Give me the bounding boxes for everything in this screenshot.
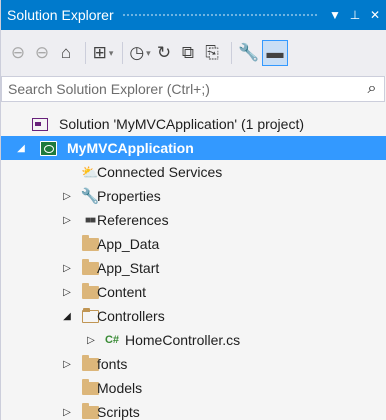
tree-item-label: App_Data — [97, 236, 160, 252]
tree-item[interactable]: App_Data — [1, 232, 386, 256]
pending-changes-filter-button[interactable]: ◷ ▾ — [129, 39, 151, 67]
tree-item[interactable]: ▷ C# HomeController.cs — [1, 328, 386, 352]
switch-views-icon: ⊞ — [92, 43, 107, 62]
tree-item[interactable]: ◢ MyMVCApplication — [1, 136, 386, 160]
tree-item-label: Controllers — [97, 308, 165, 324]
tree-item-label: fonts — [97, 356, 128, 372]
tree-item[interactable]: ▷ Content — [1, 280, 386, 304]
search-input[interactable] — [8, 81, 360, 97]
tree-item[interactable]: ⛅ Connected Services — [1, 160, 386, 184]
solution-tree: Solution 'MyMVCApplication' (1 project) ◢… — [1, 104, 386, 420]
back-icon: ⊖ — [10, 43, 26, 62]
show-all-files-icon: ⎘ — [205, 43, 219, 62]
search-box[interactable]: ⌕ — [1, 76, 385, 102]
toolbar-separator — [231, 42, 232, 64]
tree-item-label: Content — [97, 284, 147, 300]
tree-item[interactable]: ▷ fonts — [1, 352, 386, 376]
toolbar-separator — [85, 42, 86, 64]
window-title: Solution Explorer — [7, 7, 114, 23]
tree-item[interactable]: ▷ 🔧 Properties — [1, 184, 386, 208]
tree-item-label: Solution 'MyMVCApplication' (1 project) — [59, 116, 304, 132]
tree-item-label: HomeController.cs — [125, 332, 241, 348]
expand-arrow-icon[interactable]: ▷ — [61, 191, 73, 202]
home-icon: ⌂ — [60, 43, 72, 62]
back-button[interactable]: ⊖ — [7, 39, 29, 67]
tree-item-label: Connected Services — [97, 164, 223, 180]
tree-item-label: Models — [97, 380, 143, 396]
web-project-icon — [39, 140, 57, 156]
search-icon[interactable]: ⌕ — [360, 80, 384, 98]
dropdown-arrow-icon[interactable]: ▾ — [109, 48, 114, 59]
tree-item-label: App_Start — [97, 260, 160, 276]
sync-button[interactable]: ↻ — [153, 39, 175, 67]
properties-wrench-button[interactable]: 🔧 — [238, 39, 260, 67]
toolbar: ⊖ ⊖ ⌂ ⊞ ▾ ◷ ▾ ↻ ⧉ ⎘ 🔧 ▬ — [1, 30, 386, 76]
dropdown-arrow-icon[interactable]: ▾ — [146, 48, 151, 59]
toolbar-separator — [122, 42, 123, 64]
preview-selected-button[interactable]: ▬ — [262, 40, 288, 66]
properties-wrench-icon: 🔧 — [238, 43, 260, 62]
tree-item[interactable]: Models — [1, 376, 386, 400]
preview-selected-icon: ▬ — [266, 43, 284, 62]
forward-icon: ⊖ — [34, 43, 50, 62]
solution-icon — [31, 116, 49, 132]
expand-arrow-icon[interactable]: ▷ — [61, 407, 73, 418]
collapse-all-icon: ⧉ — [181, 43, 195, 62]
tree-item-label: Scripts — [97, 404, 140, 420]
expand-arrow-icon[interactable]: ▷ — [61, 215, 73, 226]
tree-item[interactable]: Solution 'MyMVCApplication' (1 project) — [1, 112, 386, 136]
tree-item[interactable]: ▷ ■■ References — [1, 208, 386, 232]
drag-grip[interactable] — [121, 12, 319, 18]
forward-button[interactable]: ⊖ — [31, 39, 53, 67]
tree-item-label: References — [97, 212, 169, 228]
csharp-file-icon: C# — [104, 334, 120, 346]
window-menu-dropdown-icon[interactable]: ▼ — [327, 8, 343, 22]
collapse-all-button[interactable]: ⧉ — [177, 39, 199, 67]
expand-arrow-icon[interactable]: ▷ — [61, 263, 73, 274]
solution-explorer-window: Solution Explorer ▼ ⊥ ✕ ⊖⊖⌂⊞▾◷▾↻⧉⎘🔧▬ ⌕ S… — [0, 0, 386, 420]
tree-item-label: MyMVCApplication — [67, 140, 194, 156]
sync-icon: ↻ — [156, 43, 172, 62]
close-icon[interactable]: ✕ — [367, 8, 383, 22]
pending-changes-filter-icon: ◷ — [129, 43, 145, 62]
tree-item-label: Properties — [97, 188, 161, 204]
pin-icon[interactable]: ⊥ — [347, 8, 363, 22]
expand-arrow-icon[interactable]: ▷ — [85, 335, 97, 346]
tree-item[interactable]: ◢ Controllers — [1, 304, 386, 328]
tree-item[interactable]: ▷ Scripts — [1, 400, 386, 420]
expand-arrow-icon[interactable]: ▷ — [61, 359, 73, 370]
expand-arrow-icon[interactable]: ▷ — [61, 287, 73, 298]
collapse-arrow-icon[interactable]: ◢ — [61, 311, 73, 322]
show-all-files-button[interactable]: ⎘ — [201, 39, 223, 67]
collapse-arrow-icon[interactable]: ◢ — [15, 143, 27, 154]
tree-item[interactable]: ▷ App_Start — [1, 256, 386, 280]
title-bar[interactable]: Solution Explorer ▼ ⊥ ✕ — [1, 0, 386, 30]
home-button[interactable]: ⌂ — [55, 39, 77, 67]
switch-views-button[interactable]: ⊞ ▾ — [92, 39, 114, 67]
